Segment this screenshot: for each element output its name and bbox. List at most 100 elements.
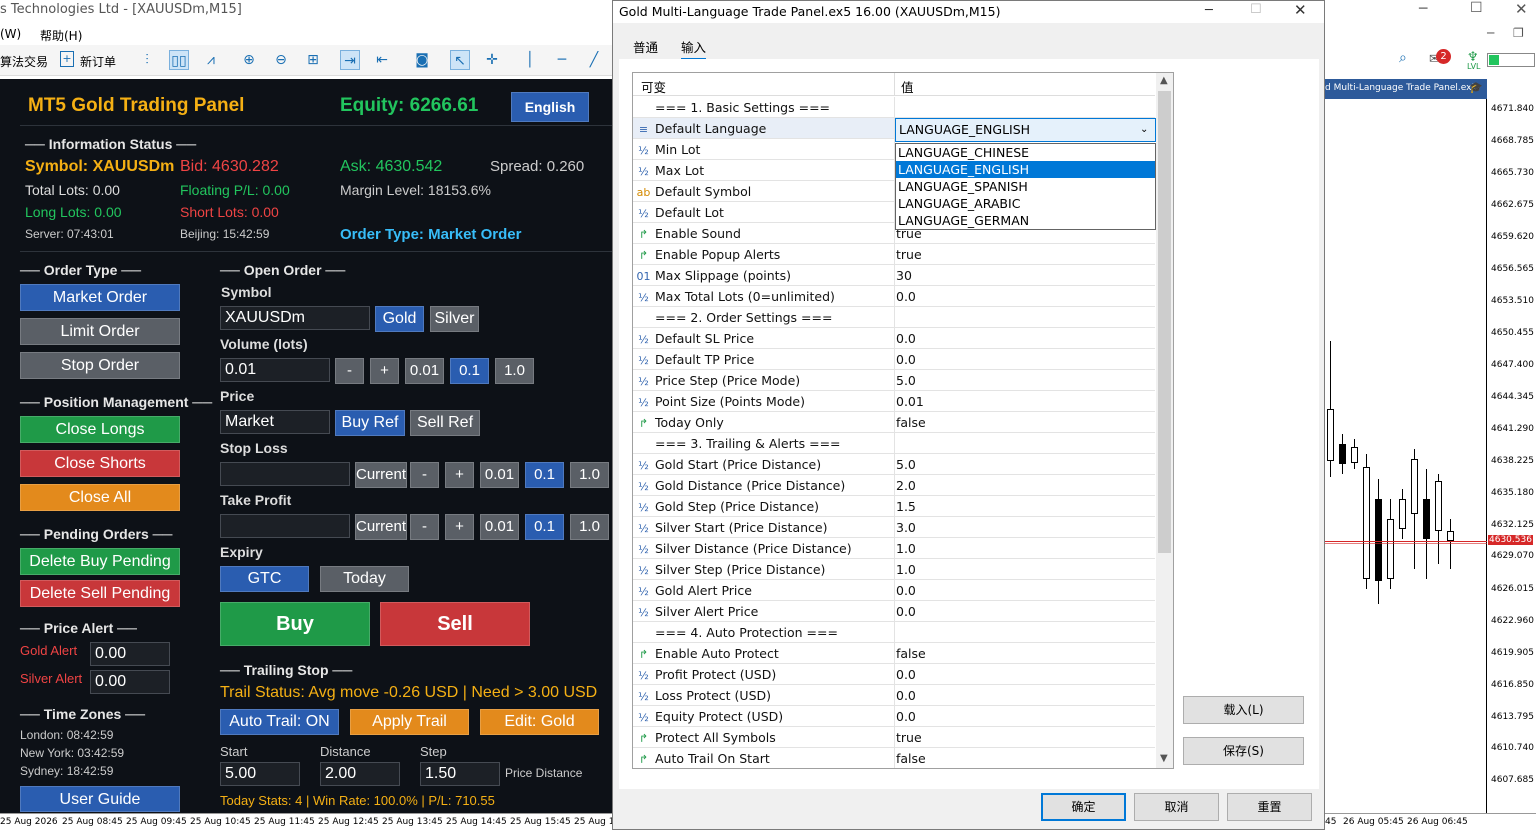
zoom-in-icon[interactable]: ⊕ (239, 50, 259, 70)
dialog-minimize-icon[interactable]: ─ (1205, 3, 1213, 18)
close-all-button[interactable]: Close All (20, 484, 180, 511)
silver-button[interactable]: Silver (430, 306, 479, 332)
gtc-button[interactable]: GTC (220, 566, 309, 592)
trendline-icon[interactable]: ╱ (584, 50, 604, 70)
tp-current-button[interactable]: Current (355, 514, 407, 540)
chart-canvas[interactable]: d Multi-Language Trade Panel.ex5 🎓 (1325, 79, 1487, 813)
menu-help[interactable]: 帮助(H) (40, 27, 82, 44)
sell-ref-button[interactable]: Sell Ref (410, 410, 480, 436)
input-value[interactable]: true (896, 727, 922, 748)
tp-01-button[interactable]: 0.1 (525, 514, 564, 540)
edit-gold-button[interactable]: Edit: Gold (480, 709, 599, 735)
input-value[interactable]: true (896, 244, 922, 265)
stop-order-button[interactable]: Stop Order (20, 352, 180, 379)
input-value[interactable]: 1.0 (896, 559, 916, 580)
input-value[interactable]: 0.0 (896, 685, 916, 706)
symbol-input[interactable]: XAUUSDm (220, 306, 370, 330)
sl-01-button[interactable]: 0.1 (525, 462, 564, 488)
volume-01-button[interactable]: 0.1 (450, 358, 489, 384)
trail-distance-input[interactable]: 2.00 (320, 762, 400, 786)
vertical-line-icon[interactable]: │ (520, 50, 540, 70)
input-value[interactable]: 30 (896, 265, 912, 286)
sl-minus-button[interactable]: - (410, 462, 439, 488)
tp-10-button[interactable]: 1.0 (570, 514, 609, 540)
grid-scrollbar[interactable]: ▲ ▼ (1156, 73, 1173, 768)
language-select[interactable]: LANGUAGE_ENGLISH ⌄ (895, 118, 1156, 142)
limit-order-button[interactable]: Limit Order (20, 318, 180, 345)
load-button[interactable]: 载入(L) (1183, 696, 1304, 724)
candle-chart-icon[interactable]: ▯▯ (169, 50, 189, 70)
stop-loss-input[interactable] (220, 462, 350, 486)
sell-button[interactable]: Sell (380, 602, 530, 646)
volume-10-button[interactable]: 1.0 (495, 358, 534, 384)
close-shorts-button[interactable]: Close Shorts (20, 450, 180, 477)
crosshair-icon[interactable]: ✛ (482, 50, 502, 70)
input-value[interactable]: 1.0 (896, 538, 916, 559)
input-value[interactable]: 0.0 (896, 349, 916, 370)
option-english[interactable]: LANGUAGE_ENGLISH (896, 161, 1155, 178)
screenshot-icon[interactable]: ◙ (412, 50, 432, 70)
option-german[interactable]: LANGUAGE_GERMAN (896, 212, 1155, 229)
trail-step-input[interactable]: 1.50 (420, 762, 500, 786)
scroll-down-icon[interactable]: ▼ (1160, 753, 1168, 764)
maximize-icon[interactable]: ☐ (1470, 0, 1483, 16)
input-value[interactable]: 5.0 (896, 370, 916, 391)
input-value[interactable]: 0.0 (896, 664, 916, 685)
line-chart-icon[interactable]: ⩘ (201, 50, 221, 70)
save-button[interactable]: 保存(S) (1183, 737, 1304, 765)
buy-button[interactable]: Buy (220, 602, 370, 646)
algo-trading-button[interactable]: 算法交易 (0, 53, 48, 70)
zoom-out-icon[interactable]: ⊖ (271, 50, 291, 70)
tp-minus-button[interactable]: - (410, 514, 439, 540)
input-value[interactable]: false (896, 748, 926, 768)
close-longs-button[interactable]: Close Longs (20, 416, 180, 443)
close-icon[interactable]: ✕ (1515, 0, 1528, 18)
menu-minimize-icon[interactable]: ─ (1487, 26, 1494, 40)
input-value[interactable]: 5.0 (896, 454, 916, 475)
input-value[interactable]: 0.0 (896, 580, 916, 601)
input-value[interactable]: 0.0 (896, 286, 916, 307)
sl-001-button[interactable]: 0.01 (480, 462, 519, 488)
volume-minus-button[interactable]: - (335, 358, 364, 384)
grid-icon[interactable]: ⊞ (303, 50, 323, 70)
tp-001-button[interactable]: 0.01 (480, 514, 519, 540)
new-order-button[interactable]: 新订单 (80, 53, 116, 70)
input-value[interactable]: 3.0 (896, 517, 916, 538)
scroll-up-icon[interactable]: ▲ (1160, 75, 1168, 86)
cursor-icon[interactable]: ↖ (450, 50, 470, 70)
input-value[interactable]: 2.0 (896, 475, 916, 496)
option-chinese[interactable]: LANGUAGE_CHINESE (896, 144, 1155, 161)
gold-alert-input[interactable]: 0.00 (90, 642, 170, 666)
volume-001-button[interactable]: 0.01 (405, 358, 444, 384)
auto-trail-button[interactable]: Auto Trail: ON (220, 709, 339, 735)
take-profit-input[interactable] (220, 514, 350, 538)
input-value[interactable]: 0.0 (896, 601, 916, 622)
input-value[interactable]: false (896, 643, 926, 664)
buy-ref-button[interactable]: Buy Ref (335, 410, 405, 436)
option-arabic[interactable]: LANGUAGE_ARABIC (896, 195, 1155, 212)
input-value[interactable]: 0.0 (896, 706, 916, 727)
tp-plus-button[interactable]: + (445, 514, 474, 540)
input-value[interactable]: false (896, 412, 926, 433)
dialog-close-icon[interactable]: ✕ (1294, 1, 1307, 19)
delete-buy-pending-button[interactable]: Delete Buy Pending (20, 548, 180, 575)
scroll-thumb[interactable] (1158, 91, 1171, 553)
horizontal-line-icon[interactable]: ─ (552, 50, 572, 70)
sl-10-button[interactable]: 1.0 (570, 462, 609, 488)
silver-alert-input[interactable]: 0.00 (90, 670, 170, 694)
input-value[interactable]: 0.0 (896, 328, 916, 349)
sl-plus-button[interactable]: + (445, 462, 474, 488)
language-button[interactable]: English (511, 92, 589, 122)
menu-window[interactable]: (W) (0, 27, 21, 41)
volume-input[interactable]: 0.01 (220, 358, 330, 382)
cancel-button[interactable]: 取消 (1134, 793, 1219, 821)
trail-start-input[interactable]: 5.00 (220, 762, 300, 786)
menu-restore-icon[interactable]: ❐ (1513, 26, 1524, 40)
sl-current-button[interactable]: Current (355, 462, 407, 488)
autoscroll-icon[interactable]: ⇥ (340, 50, 360, 70)
search-icon[interactable]: ⌕ (1399, 50, 1407, 66)
gold-button[interactable]: Gold (375, 306, 424, 332)
minimize-icon[interactable]: ─ (1419, 1, 1427, 17)
chart-shift-icon[interactable]: ⇤ (372, 50, 392, 70)
input-value[interactable]: 1.5 (896, 496, 916, 517)
